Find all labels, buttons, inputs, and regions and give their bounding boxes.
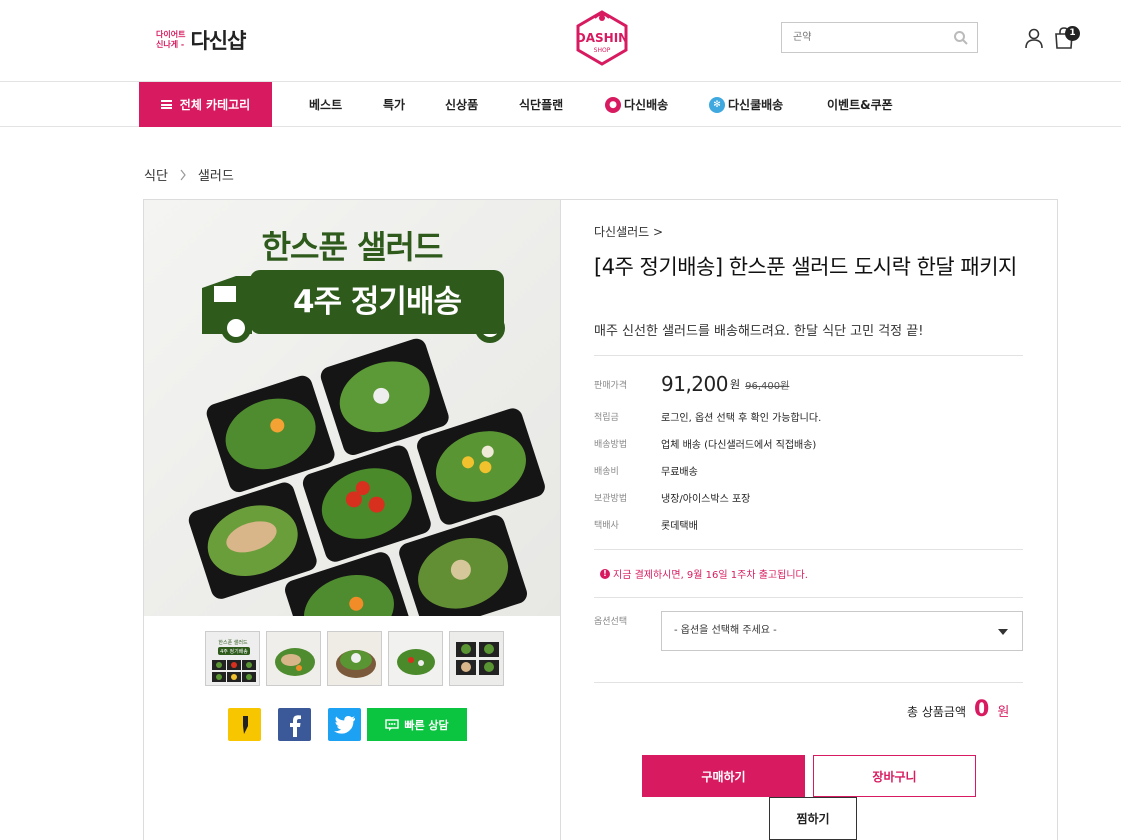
thumbnail-1[interactable]: 한스푼 샐러드 4주 정기배송 xyxy=(205,631,260,686)
thumbnail-strip: 한스푼 샐러드 4주 정기배송 xyxy=(205,631,504,686)
price-unit: 원 xyxy=(729,378,741,391)
wishlist-button[interactable]: 찜하기 xyxy=(769,797,857,840)
brand-name: 다신샵 xyxy=(190,29,246,53)
svg-text:4주 정기배송: 4주 정기배송 xyxy=(220,648,248,655)
brand-tagline-line2: 신나게 - xyxy=(156,40,185,49)
nav-item-dashin-cool-delivery[interactable]: ✻ 다신쿨배송 xyxy=(709,82,783,127)
logo-text: DASHIN xyxy=(576,31,628,45)
dashin-shop-logo[interactable]: DASHIN SHOP xyxy=(571,9,633,67)
option-label: 옵션선택 xyxy=(594,617,628,627)
shipping-notice-text: 지금 결제하시면, 9월 16일 1주차 출고됩니다. xyxy=(613,570,808,581)
chevron-right-icon xyxy=(180,169,186,180)
quick-consult-label: 빠른 상담 xyxy=(404,718,449,732)
total-unit: 원 xyxy=(997,705,1010,720)
search-input[interactable] xyxy=(782,23,942,52)
shipping-fee-value: 무료배송 xyxy=(661,467,698,478)
quick-consult-button[interactable]: 빠른 상담 xyxy=(367,708,467,741)
total-label: 총 상품금액 xyxy=(907,705,967,719)
breadcrumb-item-salad[interactable]: 샐러드 xyxy=(198,165,234,184)
breadcrumb: 식단 샐러드 xyxy=(144,165,234,184)
thumbnail-5[interactable] xyxy=(449,631,504,686)
thumbnail-3[interactable] xyxy=(327,631,382,686)
dashin-delivery-icon: ● xyxy=(605,96,621,113)
brand-store-link[interactable]: 다신샐러드 > xyxy=(594,223,663,240)
add-to-cart-button[interactable]: 장바구니 xyxy=(813,755,976,797)
points-row: 적립금 로그인, 옵션 선택 후 확인 가능합니다. xyxy=(594,409,821,424)
image-title-line2: 4주 정기배송 xyxy=(250,270,504,334)
shipping-method-row: 배송방법 업체 배송 (다신샐러드에서 직접배송) xyxy=(594,436,816,451)
brand-tagline-line1: 다이어트 xyxy=(156,30,186,39)
price-label: 판매가격 xyxy=(594,380,628,391)
product-subtitle: 매주 신선한 샐러드를 배송해드려요. 한달 식단 고민 걱정 끝! xyxy=(594,324,924,339)
product-main-image: 한스푼 샐러드 4주 정기배송 xyxy=(144,200,560,616)
chevron-down-icon xyxy=(998,629,1008,635)
storage-value: 냉장/아이스박스 포장 xyxy=(661,494,751,505)
kakao-share-icon[interactable] xyxy=(228,708,261,741)
snowflake-icon: ✻ xyxy=(709,96,725,113)
product-title: [4주 정기배송] 한스푼 샐러드 도시락 한달 패키지 xyxy=(594,255,1017,279)
main-nav: 전체 카테고리 베스트 특가 신상품 식단플랜 ● 다신배송 ✻ 다신쿨배송 이… xyxy=(0,82,1121,127)
nav-item-best[interactable]: 베스트 xyxy=(309,82,342,127)
menu-icon xyxy=(160,100,172,109)
nav-item-events-coupons[interactable]: 이벤트&쿠폰 xyxy=(827,82,893,127)
buy-now-button[interactable]: 구매하기 xyxy=(642,755,805,797)
search-box xyxy=(781,22,978,53)
brand-tagline: 다이어트 신나게 - xyxy=(156,30,185,50)
divider xyxy=(594,597,1023,598)
all-categories-label: 전체 카테고리 xyxy=(179,98,251,112)
storage-row: 보관방법 냉장/아이스박스 포장 xyxy=(594,490,750,505)
image-title-line1: 한스푼 샐러드 xyxy=(261,228,444,266)
vertical-divider xyxy=(560,199,561,840)
shipping-notice: ! 지금 결제하시면, 9월 16일 1주차 출고됩니다. xyxy=(600,566,808,581)
divider xyxy=(594,355,1023,356)
user-icon[interactable] xyxy=(1023,27,1045,49)
nav-item-dashin-delivery[interactable]: ● 다신배송 xyxy=(605,82,668,127)
breadcrumb-item-meal[interactable]: 식단 xyxy=(144,165,168,184)
chat-icon xyxy=(385,718,400,731)
divider xyxy=(594,682,1023,683)
original-price: 96,400원 xyxy=(745,380,790,392)
info-icon: ! xyxy=(600,568,610,579)
site-header: 다이어트 신나게 - 다신샵 DASHIN SHOP 1 xyxy=(0,0,1121,82)
total-amount: 0 xyxy=(974,697,990,722)
nav-item-meal-plan[interactable]: 식단플랜 xyxy=(519,82,563,127)
share-buttons xyxy=(228,708,361,741)
divider xyxy=(594,549,1023,550)
option-selected-value: - 옵션을 선택해 주세요 - xyxy=(674,625,777,636)
sale-price: 91,200 xyxy=(661,372,728,396)
facebook-share-icon[interactable] xyxy=(278,708,311,741)
brand-logo[interactable]: 다이어트 신나게 - 다신샵 xyxy=(156,25,246,55)
thumbnail-2[interactable] xyxy=(266,631,321,686)
logo-subtext: SHOP xyxy=(594,47,611,54)
search-icon[interactable] xyxy=(953,30,969,46)
points-value: 로그인, 옵션 선택 후 확인 가능합니다. xyxy=(661,413,822,424)
shipping-fee-row: 배송비 무료배송 xyxy=(594,463,698,478)
twitter-share-icon[interactable] xyxy=(328,708,361,741)
price-row: 판매가격 91,200 원 96,400원 xyxy=(594,372,789,396)
all-categories-button[interactable]: 전체 카테고리 xyxy=(139,82,272,127)
nav-item-new[interactable]: 신상품 xyxy=(445,82,478,127)
thumbnail-4[interactable] xyxy=(388,631,443,686)
shipping-method-value: 업체 배송 (다신샐러드에서 직접배송) xyxy=(661,440,817,451)
svg-text:한스푼 샐러드: 한스푼 샐러드 xyxy=(218,639,248,646)
courier-row: 택배사 롯데택배 xyxy=(594,517,698,532)
cart-count-badge: 1 xyxy=(1065,26,1080,41)
nav-item-deals[interactable]: 특가 xyxy=(383,82,405,127)
option-select[interactable]: - 옵션을 선택해 주세요 - xyxy=(661,611,1023,651)
total-price: 총 상품금액 0 원 xyxy=(907,697,1009,722)
courier-value: 롯데택배 xyxy=(661,521,698,532)
